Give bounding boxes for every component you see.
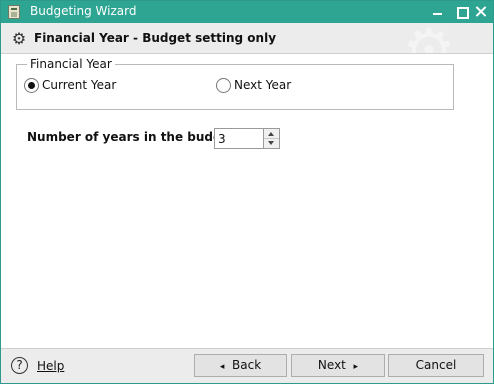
years-stepper[interactable] [264,128,280,149]
back-button-label: Back [232,358,262,372]
next-button-label: Next [317,358,346,372]
years-input[interactable] [214,128,264,149]
help-link[interactable]: Help [37,359,64,373]
minimize-button[interactable] [426,1,448,23]
years-label: Number of years in the budget [27,130,236,144]
radio-button-unchecked[interactable] [216,78,231,93]
budgeting-wizard-window: Budgeting Wizard ⚙ Financial Year - Budg… [0,0,494,384]
gear-icon: ⚙ [11,29,27,48]
back-arrow-icon: ◂ [219,362,225,372]
radio-current-year-label[interactable]: Current Year [42,78,116,92]
page-title: Financial Year - Budget setting only [34,31,277,45]
stepper-up-icon[interactable] [264,129,279,139]
window-title: Budgeting Wizard [30,4,137,18]
cancel-button[interactable]: Cancel [388,354,484,377]
next-button[interactable]: Next ▸ [291,354,385,377]
gear-watermark-icon: ⚙ [401,23,457,53]
stepper-down-icon[interactable] [264,139,279,149]
maximize-button[interactable] [450,1,472,23]
help-icon[interactable]: ? [11,357,28,374]
app-icon [8,5,20,19]
financial-year-group-label: Financial Year [27,57,115,71]
radio-next-year-label[interactable]: Next Year [234,78,291,92]
financial-year-group: Financial Year Current Year Next Year [16,57,454,110]
next-arrow-icon: ▸ [353,362,359,372]
back-button[interactable]: ◂ Back [194,354,287,377]
wizard-footer: ? Help ◂ Back Next ▸ Cancel [1,348,493,383]
close-button[interactable] [470,1,492,23]
wizard-header: ⚙ Financial Year - Budget setting only ⚙ [1,23,493,54]
radio-button-checked[interactable] [24,78,39,93]
title-bar[interactable]: Budgeting Wizard [1,1,493,23]
